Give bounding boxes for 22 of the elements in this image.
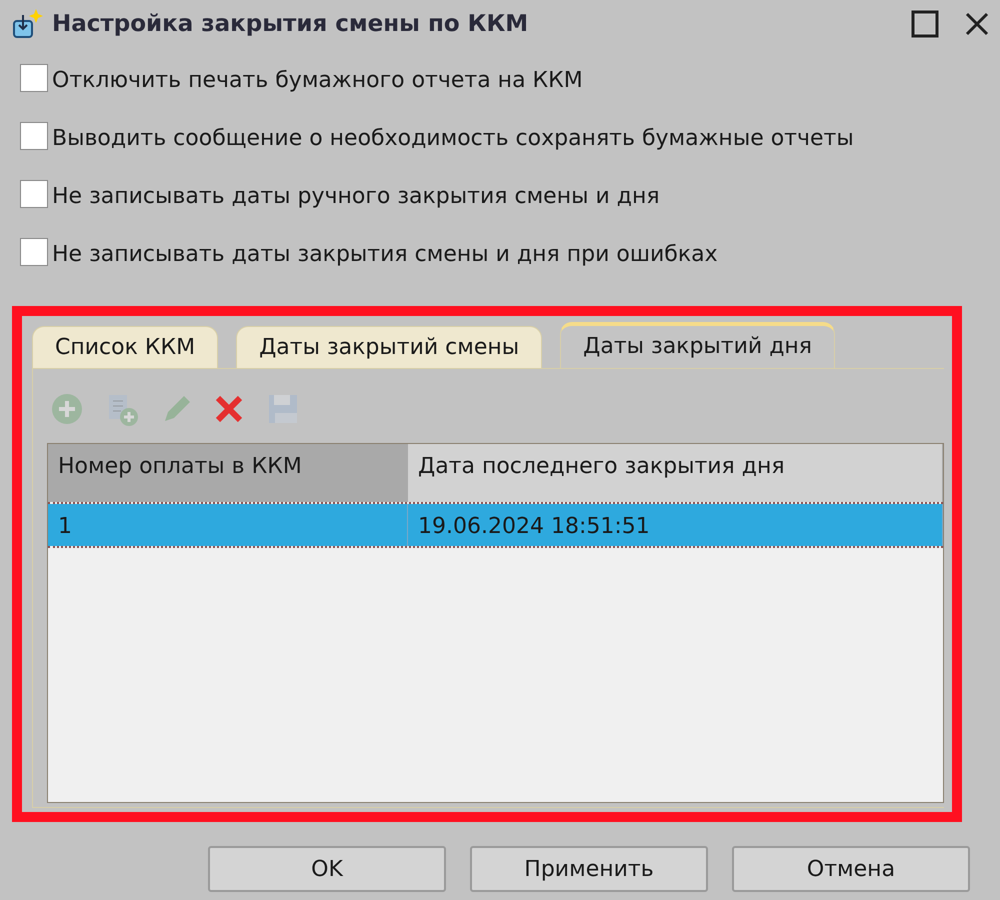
checkbox[interactable] [20,122,48,150]
checkbox[interactable] [20,238,48,266]
maximize-icon[interactable] [910,9,940,39]
tab[interactable]: Даты закрытий дня [560,322,836,368]
close-icon[interactable] [964,11,990,37]
window-title: Настройка закрытия смены по ККМ [52,10,530,39]
tab[interactable]: Список ККМ [32,326,218,368]
column-header[interactable]: Дата последнего закрытия дня [408,444,943,502]
checkbox[interactable] [20,180,48,208]
ok-button[interactable]: OK [208,846,446,892]
app-icon [10,7,44,41]
cancel-button[interactable]: Отмена [732,846,970,892]
checkbox-label: Не записывать даты закрытия смены и дня при ошибках [52,241,718,269]
tab[interactable]: Даты закрытий смены [236,326,542,368]
checkbox-label: Отключить печать бумажного отчета на ККМ [52,67,583,95]
table-cell: 19.06.2024 18:51:51 [408,504,943,546]
checkbox-label: Не записывать даты ручного закрытия смены и дня [52,183,660,211]
apply-button[interactable]: Применить [470,846,708,892]
table-cell: 1 [48,504,408,546]
checkbox-label: Выводить сообщение о необходимость сохранять бумажные отчеты [52,125,854,153]
column-header[interactable]: Номер оплаты в ККМ [48,444,408,502]
checkbox[interactable] [20,64,48,92]
